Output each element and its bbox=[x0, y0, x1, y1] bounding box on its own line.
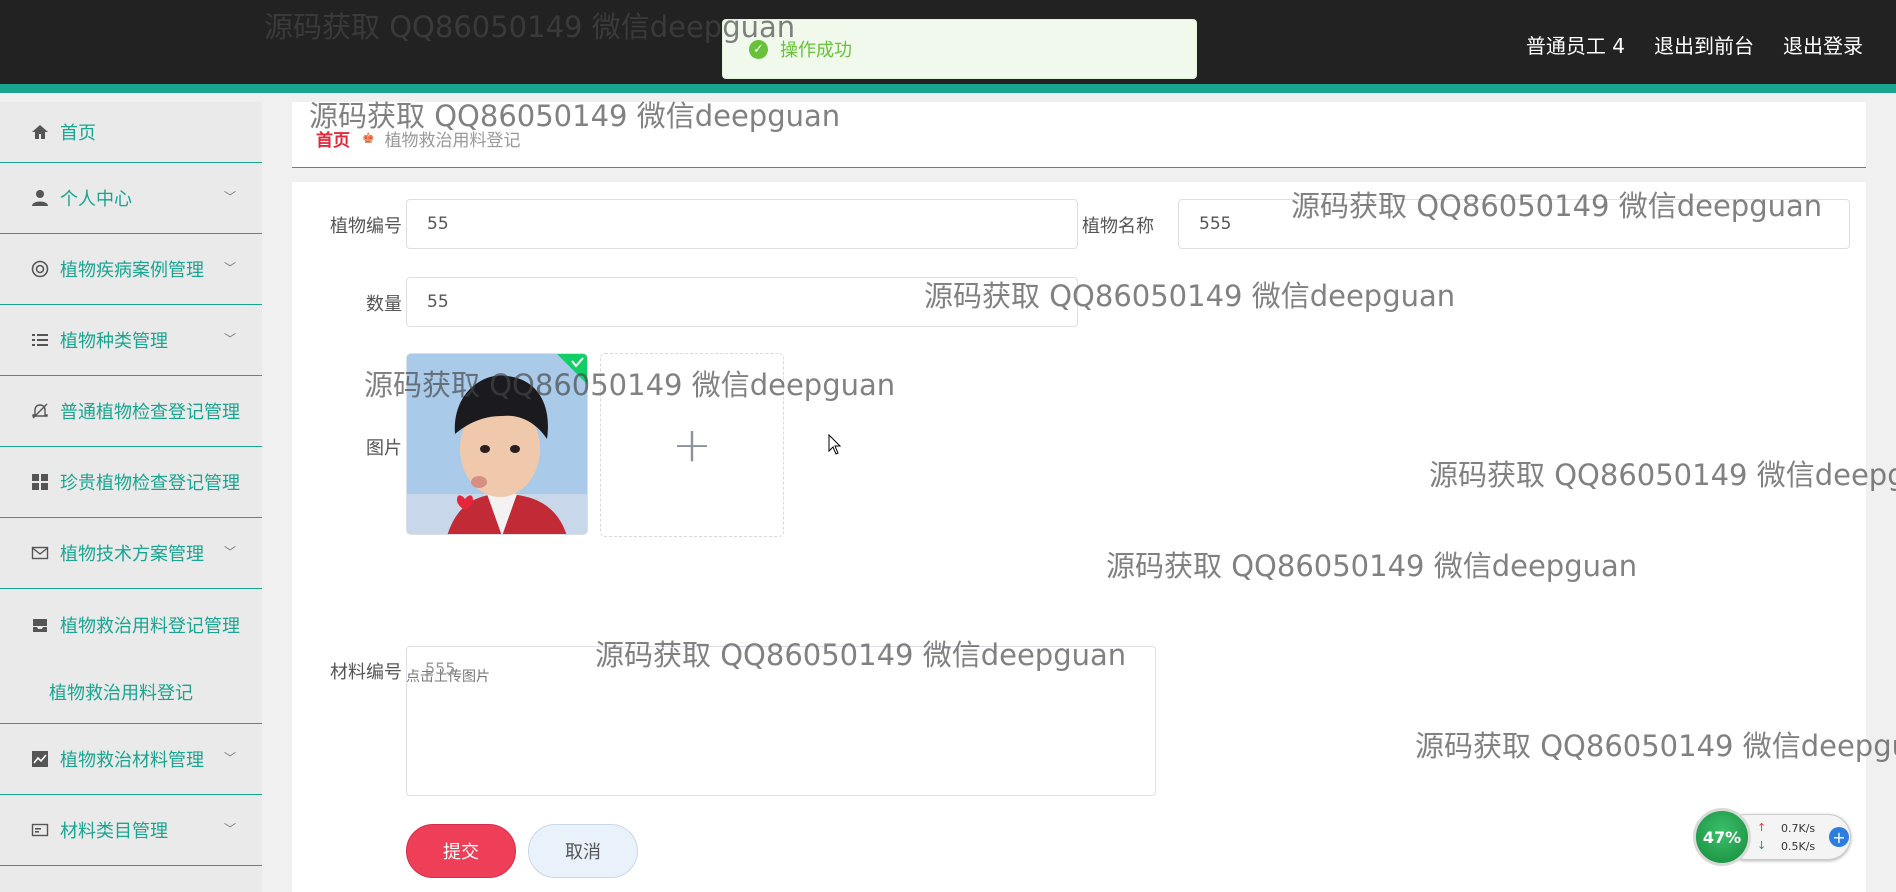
material-no-label: 材料编号 bbox=[330, 662, 402, 683]
sidebar-item-personal-center[interactable]: 个人中心 ﹀ bbox=[0, 163, 262, 234]
main-content: 首页 ♚ 植物救治用料登记 植物编号 55 植物名称 555 数量 55 图片 bbox=[262, 102, 1896, 892]
quantity-input[interactable]: 55 bbox=[406, 277, 1078, 327]
sidebar-item-label: 材料类目管理 bbox=[60, 821, 168, 842]
cancel-button[interactable]: 取消 bbox=[528, 824, 638, 878]
breadcrumb-current: 植物救治用料登记 bbox=[384, 131, 521, 151]
material-no-value: 555 bbox=[425, 659, 456, 678]
chevron-down-icon: ﹀ bbox=[223, 750, 236, 765]
sidebar-item-rescue-materials[interactable]: 植物救治材料管理 ﹀ bbox=[0, 724, 262, 795]
material-no-textarea[interactable]: 555 bbox=[406, 646, 1156, 796]
sidebar-item-label: 植物救治材料管理 bbox=[60, 750, 204, 771]
grid-icon bbox=[30, 472, 50, 492]
chevron-down-icon: ﹀ bbox=[223, 260, 236, 275]
list-icon bbox=[30, 330, 50, 350]
logout-link[interactable]: 退出登录 bbox=[1783, 30, 1863, 59]
sidebar-item-material-registration[interactable]: 植物救治用料登记管理 bbox=[0, 589, 262, 660]
success-toast: ✓ 操作成功 bbox=[722, 19, 1197, 79]
sidebar-item-normal-check[interactable]: 普通植物检查登记管理 bbox=[0, 376, 262, 447]
plus-circle-icon[interactable]: + bbox=[1829, 827, 1849, 847]
upload-speed: 0.7K/s bbox=[1781, 822, 1816, 835]
quantity-label: 数量 bbox=[366, 294, 402, 315]
plant-name-label: 植物名称 bbox=[1082, 216, 1154, 237]
sidebar-item-plant-species[interactable]: 植物种类管理 ﹀ bbox=[0, 305, 262, 376]
top-nav: 普通员工 4 退出到前台 退出登录 bbox=[1526, 30, 1863, 59]
home-icon bbox=[30, 122, 50, 142]
download-speed: 0.5K/s bbox=[1781, 840, 1816, 853]
sidebar-item-material-category[interactable]: 材料类目管理 ﹀ bbox=[0, 795, 262, 866]
chevron-down-icon: ﹀ bbox=[223, 331, 236, 346]
drawer-icon bbox=[30, 615, 50, 635]
chevron-down-icon: ﹀ bbox=[223, 821, 236, 836]
submit-button[interactable]: 提交 bbox=[406, 824, 516, 878]
card-icon bbox=[30, 820, 50, 840]
network-speed-widget[interactable]: 47% ↑ 0.7K/s ↓ 0.5K/s + bbox=[1693, 808, 1851, 866]
sidebar-item-disease-cases[interactable]: 植物疾病案例管理 ﹀ bbox=[0, 234, 262, 305]
check-circle-icon: ✓ bbox=[749, 39, 768, 59]
sidebar-item-label: 珍贵植物检查登记管理 bbox=[60, 473, 240, 494]
uploaded-image-thumbnail[interactable] bbox=[406, 353, 588, 535]
speed-percent: 47% bbox=[1702, 827, 1742, 847]
sidebar-item-label: 植物救治用料登记管理 bbox=[60, 615, 240, 637]
breadcrumb: 首页 ♚ 植物救治用料登记 bbox=[316, 126, 521, 152]
breadcrumb-separator-icon: ♚ bbox=[362, 130, 375, 147]
sidebar-item-label: 普通植物检查登记管理 bbox=[60, 402, 240, 423]
user-role-link[interactable]: 普通员工 4 bbox=[1526, 30, 1625, 59]
chart-icon bbox=[30, 749, 50, 769]
upload-add-button[interactable]: + bbox=[600, 353, 784, 537]
breadcrumb-bar: 首页 ♚ 植物救治用料登记 bbox=[292, 102, 1866, 168]
speed-percent-circle: 47% bbox=[1693, 808, 1751, 866]
back-to-frontend-link[interactable]: 退出到前台 bbox=[1654, 30, 1754, 59]
lifebuoy-icon bbox=[30, 259, 50, 279]
plant-no-value: 55 bbox=[427, 214, 449, 234]
sidebar-item-label: 植物技术方案管理 bbox=[60, 544, 204, 565]
form-panel: 植物编号 55 植物名称 555 数量 55 图片 + 点击上传图片 材料编号 … bbox=[292, 182, 1866, 892]
plus-icon: + bbox=[671, 417, 713, 473]
chevron-down-icon: ﹀ bbox=[223, 544, 236, 559]
breadcrumb-home[interactable]: 首页 bbox=[316, 126, 350, 151]
sidebar-item-tech-plan[interactable]: 植物技术方案管理 ﹀ bbox=[0, 518, 262, 589]
sidebar-item-label: 植物疾病案例管理 bbox=[60, 260, 204, 281]
plant-no-label: 植物编号 bbox=[330, 216, 402, 237]
sidebar-subitem-material-registration[interactable]: 植物救治用料登记 bbox=[0, 660, 262, 724]
portrait-image bbox=[407, 354, 587, 534]
download-arrow-icon: ↓ bbox=[1757, 839, 1767, 852]
plant-name-value: 555 bbox=[1199, 214, 1232, 234]
sidebar-item-home[interactable]: 首页 bbox=[0, 102, 262, 163]
mouse-cursor-icon bbox=[828, 434, 842, 455]
sidebar-subitem-label: 植物救治用料登记 bbox=[49, 682, 193, 704]
user-icon bbox=[30, 188, 50, 208]
sidebar-item-label: 个人中心 bbox=[60, 189, 132, 210]
upload-arrow-icon: ↑ bbox=[1757, 821, 1767, 834]
chevron-down-icon: ﹀ bbox=[223, 189, 236, 204]
sidebar-item-label: 植物种类管理 bbox=[60, 331, 168, 352]
toast-message: 操作成功 bbox=[780, 40, 852, 61]
mail-icon bbox=[30, 543, 50, 563]
sidebar-item-label: 首页 bbox=[60, 123, 96, 144]
bell-off-icon bbox=[30, 401, 50, 421]
sidebar: 首页 个人中心 ﹀ 植物疾病案例管理 ﹀ 植物种类管理 ﹀ 普通植物检查登记管理… bbox=[0, 102, 262, 892]
quantity-value: 55 bbox=[427, 292, 449, 312]
image-label: 图片 bbox=[366, 438, 402, 459]
plant-name-input[interactable]: 555 bbox=[1178, 199, 1850, 249]
sidebar-item-rare-check[interactable]: 珍贵植物检查登记管理 bbox=[0, 447, 262, 518]
